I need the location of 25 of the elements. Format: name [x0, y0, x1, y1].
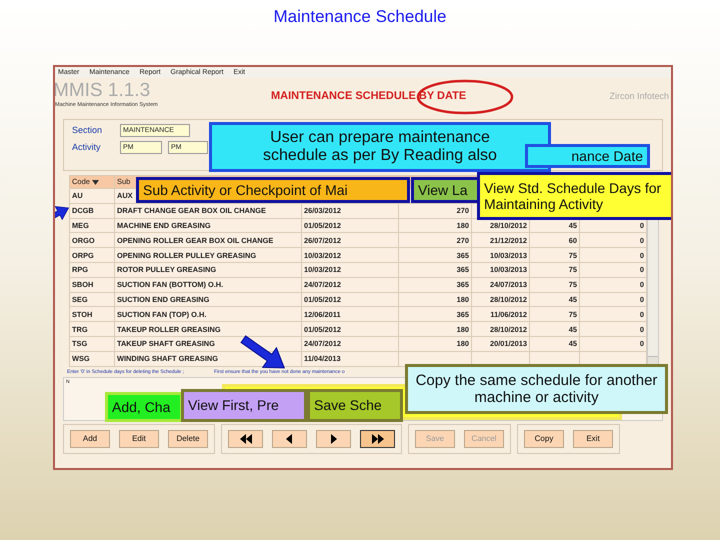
callout-tooltip: Save Sche: [307, 389, 403, 422]
nav-button[interactable]: [360, 430, 395, 448]
nav-button[interactable]: [272, 430, 307, 448]
callout-tooltip: View Std. Schedule Days for Maintaining Activity: [477, 172, 671, 220]
rewind-icon: [238, 434, 252, 444]
arrow-icon: [240, 335, 286, 368]
callout-tooltip: Add, Cha: [105, 392, 183, 422]
action-button[interactable]: Exit: [573, 430, 613, 448]
slide-title: Maintenance Schedule: [272, 6, 448, 28]
sort-icon: [92, 180, 100, 185]
company-name: Zircon Infotech: [609, 90, 669, 103]
callout-tooltip: Copy the same schedule for another machine or activity: [405, 364, 668, 414]
fast-forward-icon: [370, 434, 384, 444]
nav-button[interactable]: [228, 430, 263, 448]
action-button[interactable]: Delete: [168, 430, 208, 448]
callout-tooltip: User can prepare maintenance schedule as per By Reading also: [209, 122, 551, 172]
callout-tooltip: View First, Pre: [181, 389, 307, 422]
action-button[interactable]: Copy: [524, 430, 564, 448]
callout-tooltip: Sub Activity or Checkpoint of Mai: [136, 177, 410, 203]
nav-button[interactable]: [316, 430, 351, 448]
field-label: Activity: [72, 140, 102, 154]
field-label: Section: [72, 124, 104, 137]
callout-tooltip: nance Date: [525, 144, 650, 168]
action-button[interactable]: Edit: [119, 430, 159, 448]
action-button[interactable]: Add: [70, 430, 110, 448]
